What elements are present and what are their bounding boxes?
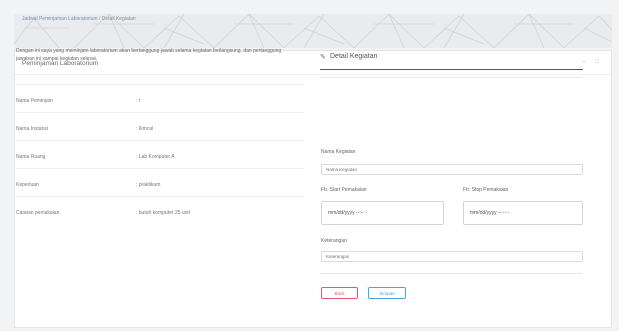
breadcrumb-parent-link[interactable]: Jadwal Peminjaman Laboratorium — [22, 16, 98, 22]
breadcrumb-separator: / — [98, 16, 101, 22]
info-row: Keperluan : praktikum — [16, 168, 304, 196]
breadcrumb: Jadwal Peminjaman Laboratorium / Detail … — [22, 16, 136, 22]
loan-info-table: Nama Peminjam : r Nama Instansi : Ikmcal… — [16, 84, 304, 224]
nama-kegiatan-label: Nama Kegiatan — [321, 149, 356, 155]
keterangan-input[interactable] — [321, 251, 583, 262]
page-background: Jadwal Peminjaman Laboratorium / Detail … — [0, 0, 619, 331]
info-value: : butuh komputer 25 unit — [136, 210, 190, 216]
card-divider — [15, 74, 611, 75]
stop-datetime-input[interactable]: mm/dd/yyyy --:-- - — [463, 201, 583, 225]
detail-section-title: Detail Kegiatan — [330, 53, 378, 60]
stop-pemakaian-label: Ftr. Stop Pemakaian — [463, 187, 509, 193]
start-datetime-input[interactable]: mm/dd/yyyy --:-- - — [321, 201, 444, 225]
start-pemakaian-label: Ftr. Start Pemakaian — [321, 187, 367, 193]
info-label: Catatan pemakaian — [16, 210, 60, 216]
pencil-icon: ✎ — [320, 54, 326, 61]
breadcrumb-current: Detail Kegiatan — [101, 16, 136, 22]
save-button[interactable]: Simpan — [368, 287, 406, 299]
detail-section-header: ✎ Detail Kegiatan — [320, 50, 583, 70]
section-divider — [320, 77, 583, 78]
info-value: : Ikmcal — [136, 126, 154, 132]
nama-kegiatan-input[interactable] — [321, 164, 583, 175]
responsibility-statement: Dengan ini saya yang meminjam laboratori… — [16, 48, 282, 62]
keterangan-label: Keterangan — [321, 238, 347, 244]
info-value: : r — [136, 98, 141, 104]
info-row: Nama Ruang : Lab Komputer A — [16, 140, 304, 168]
info-value: : Lab Komputer A — [136, 154, 175, 160]
info-label: Nama Instansi — [16, 126, 48, 132]
card-window-controls[interactable]: – □ — [582, 59, 603, 65]
form-footer-divider — [320, 273, 583, 274]
info-label: Nama Peminjam — [16, 98, 53, 104]
info-row: Nama Peminjam : r — [16, 84, 304, 112]
info-value: : praktikum — [136, 182, 161, 188]
info-row: Nama Instansi : Ikmcal — [16, 112, 304, 140]
info-label: Keperluan — [16, 182, 39, 188]
info-row: Catatan pemakaian : butuh komputer 25 un… — [16, 196, 304, 224]
back-button[interactable]: Back — [321, 287, 358, 299]
info-label: Nama Ruang — [16, 154, 46, 160]
